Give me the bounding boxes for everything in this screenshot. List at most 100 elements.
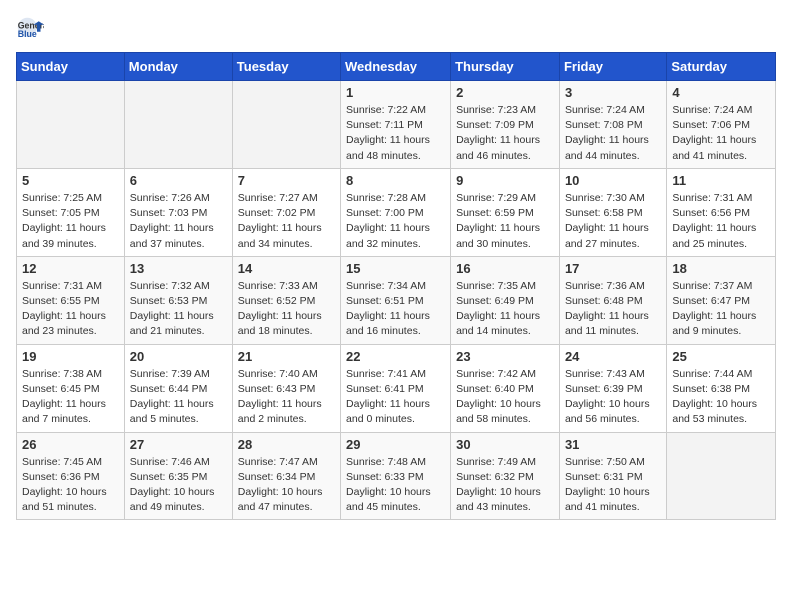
calendar-cell: 3 Sunrise: 7:24 AM Sunset: 7:08 PM Daylig… [559, 81, 666, 169]
day-number: 31 [565, 437, 661, 452]
calendar-cell: 14 Sunrise: 7:33 AM Sunset: 6:52 PM Dayli… [232, 256, 340, 344]
logo: General Blue [16, 16, 48, 44]
day-info: Sunrise: 7:29 AM Sunset: 6:59 PM Dayligh… [456, 191, 554, 252]
week-row-5: 26 Sunrise: 7:45 AM Sunset: 6:36 PM Dayli… [17, 432, 776, 520]
col-header-thursday: Thursday [451, 53, 560, 81]
calendar-cell: 15Sunrise: 7:34 AM Sunset: 6:51 PM Dayli… [341, 256, 451, 344]
day-info: Sunrise: 7:27 AM Sunset: 7:02 PM Dayligh… [238, 191, 335, 252]
calendar-cell: 4 Sunrise: 7:24 AM Sunset: 7:06 PM Daylig… [667, 81, 776, 169]
day-number: 24 [565, 349, 661, 364]
calendar-cell [17, 81, 125, 169]
day-info: Sunrise: 7:40 AM Sunset: 6:43 PM Dayligh… [238, 367, 335, 428]
day-info: Sunrise: 7:30 AM Sunset: 6:58 PM Dayligh… [565, 191, 661, 252]
calendar-cell: 1 Sunrise: 7:22 AM Sunset: 7:11 PM Daylig… [341, 81, 451, 169]
day-number: 19 [22, 349, 119, 364]
day-info: Sunrise: 7:37 AM Sunset: 6:47 PM Dayligh… [672, 279, 770, 340]
day-info: Sunrise: 7:31 AM Sunset: 6:55 PM Dayligh… [22, 279, 119, 340]
calendar-cell: 24 Sunrise: 7:43 AM Sunset: 6:39 PM Dayli… [559, 344, 666, 432]
calendar-cell: 16 Sunrise: 7:35 AM Sunset: 6:49 PM Dayli… [451, 256, 560, 344]
calendar-cell: 31 Sunrise: 7:50 AM Sunset: 6:31 PM Dayli… [559, 432, 666, 520]
calendar-cell: 25 Sunrise: 7:44 AM Sunset: 6:38 PM Dayli… [667, 344, 776, 432]
day-number: 2 [456, 85, 554, 100]
day-number: 6 [130, 173, 227, 188]
day-info: Sunrise: 7:25 AM Sunset: 7:05 PM Dayligh… [22, 191, 119, 252]
day-info: Sunrise: 7:48 AM Sunset: 6:33 PM Dayligh… [346, 455, 445, 516]
day-info: Sunrise: 7:43 AM Sunset: 6:39 PM Dayligh… [565, 367, 661, 428]
day-number: 5 [22, 173, 119, 188]
day-number: 9 [456, 173, 554, 188]
day-info: Sunrise: 7:44 AM Sunset: 6:38 PM Dayligh… [672, 367, 770, 428]
week-row-3: 12 Sunrise: 7:31 AM Sunset: 6:55 PM Dayli… [17, 256, 776, 344]
calendar-cell: 2 Sunrise: 7:23 AM Sunset: 7:09 PM Daylig… [451, 81, 560, 169]
calendar-cell: 13 Sunrise: 7:32 AM Sunset: 6:53 PM Dayli… [124, 256, 232, 344]
day-info: Sunrise: 7:28 AM Sunset: 7:00 PM Dayligh… [346, 191, 445, 252]
calendar-cell: 19 Sunrise: 7:38 AM Sunset: 6:45 PM Dayli… [17, 344, 125, 432]
calendar-cell: 27 Sunrise: 7:46 AM Sunset: 6:35 PM Dayli… [124, 432, 232, 520]
week-row-4: 19 Sunrise: 7:38 AM Sunset: 6:45 PM Dayli… [17, 344, 776, 432]
col-header-saturday: Saturday [667, 53, 776, 81]
day-info: Sunrise: 7:49 AM Sunset: 6:32 PM Dayligh… [456, 455, 554, 516]
week-row-1: 1 Sunrise: 7:22 AM Sunset: 7:11 PM Daylig… [17, 81, 776, 169]
col-header-tuesday: Tuesday [232, 53, 340, 81]
logo-icon: General Blue [16, 16, 44, 44]
day-number: 22 [346, 349, 445, 364]
day-number: 7 [238, 173, 335, 188]
calendar-cell: 8 Sunrise: 7:28 AM Sunset: 7:00 PM Daylig… [341, 168, 451, 256]
col-header-wednesday: Wednesday [341, 53, 451, 81]
day-info: Sunrise: 7:33 AM Sunset: 6:52 PM Dayligh… [238, 279, 335, 340]
day-number: 12 [22, 261, 119, 276]
calendar-table: SundayMondayTuesdayWednesdayThursdayFrid… [16, 52, 776, 520]
day-info: Sunrise: 7:23 AM Sunset: 7:09 PM Dayligh… [456, 103, 554, 164]
day-number: 1 [346, 85, 445, 100]
day-info: Sunrise: 7:46 AM Sunset: 6:35 PM Dayligh… [130, 455, 227, 516]
day-number: 18 [672, 261, 770, 276]
day-number: 8 [346, 173, 445, 188]
col-header-friday: Friday [559, 53, 666, 81]
day-number: 4 [672, 85, 770, 100]
calendar-cell: 9 Sunrise: 7:29 AM Sunset: 6:59 PM Daylig… [451, 168, 560, 256]
col-header-sunday: Sunday [17, 53, 125, 81]
day-number: 29 [346, 437, 445, 452]
calendar-cell: 28Sunrise: 7:47 AM Sunset: 6:34 PM Dayli… [232, 432, 340, 520]
day-info: Sunrise: 7:39 AM Sunset: 6:44 PM Dayligh… [130, 367, 227, 428]
day-number: 10 [565, 173, 661, 188]
day-info: Sunrise: 7:41 AM Sunset: 6:41 PM Dayligh… [346, 367, 445, 428]
day-number: 28 [238, 437, 335, 452]
day-number: 15 [346, 261, 445, 276]
day-info: Sunrise: 7:26 AM Sunset: 7:03 PM Dayligh… [130, 191, 227, 252]
day-info: Sunrise: 7:32 AM Sunset: 6:53 PM Dayligh… [130, 279, 227, 340]
day-info: Sunrise: 7:24 AM Sunset: 7:08 PM Dayligh… [565, 103, 661, 164]
calendar-cell: 18 Sunrise: 7:37 AM Sunset: 6:47 PM Dayli… [667, 256, 776, 344]
day-number: 16 [456, 261, 554, 276]
day-number: 3 [565, 85, 661, 100]
calendar-cell: 20 Sunrise: 7:39 AM Sunset: 6:44 PM Dayli… [124, 344, 232, 432]
day-number: 27 [130, 437, 227, 452]
day-info: Sunrise: 7:31 AM Sunset: 6:56 PM Dayligh… [672, 191, 770, 252]
day-number: 17 [565, 261, 661, 276]
day-info: Sunrise: 7:24 AM Sunset: 7:06 PM Dayligh… [672, 103, 770, 164]
day-number: 25 [672, 349, 770, 364]
calendar-cell: 30 Sunrise: 7:49 AM Sunset: 6:32 PM Dayli… [451, 432, 560, 520]
week-row-2: 5 Sunrise: 7:25 AM Sunset: 7:05 PM Daylig… [17, 168, 776, 256]
day-info: Sunrise: 7:45 AM Sunset: 6:36 PM Dayligh… [22, 455, 119, 516]
day-number: 14 [238, 261, 335, 276]
day-info: Sunrise: 7:22 AM Sunset: 7:11 PM Dayligh… [346, 103, 445, 164]
calendar-cell [667, 432, 776, 520]
day-info: Sunrise: 7:38 AM Sunset: 6:45 PM Dayligh… [22, 367, 119, 428]
day-number: 30 [456, 437, 554, 452]
calendar-cell: 10 Sunrise: 7:30 AM Sunset: 6:58 PM Dayli… [559, 168, 666, 256]
day-number: 23 [456, 349, 554, 364]
calendar-cell: 12 Sunrise: 7:31 AM Sunset: 6:55 PM Dayli… [17, 256, 125, 344]
day-number: 13 [130, 261, 227, 276]
page-header: General Blue [16, 16, 776, 44]
day-info: Sunrise: 7:35 AM Sunset: 6:49 PM Dayligh… [456, 279, 554, 340]
day-info: Sunrise: 7:50 AM Sunset: 6:31 PM Dayligh… [565, 455, 661, 516]
day-number: 20 [130, 349, 227, 364]
day-info: Sunrise: 7:36 AM Sunset: 6:48 PM Dayligh… [565, 279, 661, 340]
calendar-cell: 11Sunrise: 7:31 AM Sunset: 6:56 PM Dayli… [667, 168, 776, 256]
day-number: 26 [22, 437, 119, 452]
calendar-cell: 26 Sunrise: 7:45 AM Sunset: 6:36 PM Dayli… [17, 432, 125, 520]
calendar-cell: 29 Sunrise: 7:48 AM Sunset: 6:33 PM Dayli… [341, 432, 451, 520]
calendar-cell: 5 Sunrise: 7:25 AM Sunset: 7:05 PM Daylig… [17, 168, 125, 256]
calendar-cell [232, 81, 340, 169]
